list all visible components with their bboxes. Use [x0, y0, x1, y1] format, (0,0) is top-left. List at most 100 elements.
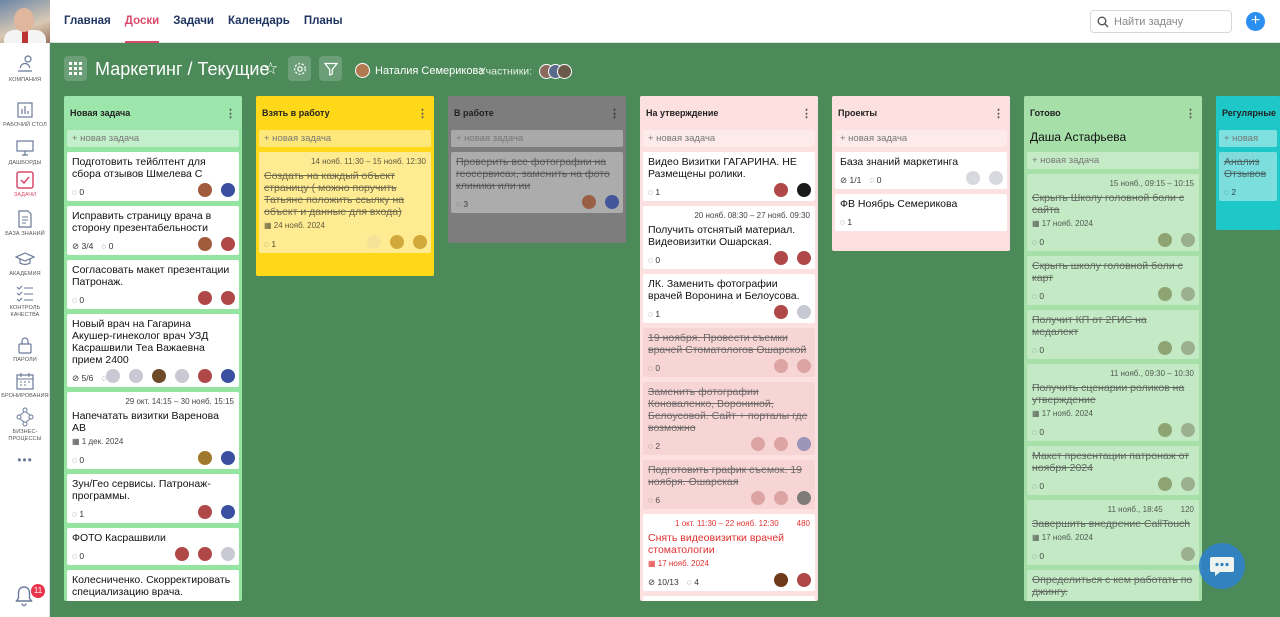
assignee-avatar[interactable]: [221, 237, 235, 251]
assignee-avatar[interactable]: [175, 369, 189, 383]
assignee-avatar[interactable]: [221, 291, 235, 305]
sidebar-item-8[interactable]: БРОНИРОВАНИЯ: [0, 371, 50, 400]
sidebar-item-3[interactable]: ЗАДАЧИ: [0, 170, 50, 199]
assignee-avatar[interactable]: [198, 369, 212, 383]
sidebar-item-10[interactable]: •••: [0, 454, 50, 466]
nav-item-2[interactable]: Задачи: [173, 0, 214, 43]
task-card[interactable]: Видео Визитки ГАГАРИНА. НЕ Размещены рол…: [643, 152, 815, 201]
task-card[interactable]: Подготовить тейблтент для сбора отзывов …: [67, 152, 239, 201]
task-card[interactable]: Определиться с кем работать по джингу.◌ …: [1027, 570, 1199, 601]
search-box[interactable]: [1090, 10, 1232, 33]
assignee-avatar[interactable]: [774, 305, 788, 319]
assignee-avatar[interactable]: [774, 251, 788, 265]
column-menu-icon[interactable]: ⋮: [1276, 107, 1280, 120]
assignee-avatar[interactable]: [582, 195, 596, 209]
sidebar-item-2[interactable]: ДАШБОРДЫ: [0, 138, 50, 167]
task-card[interactable]: ФВ Ноябрь Семерикова ◌ 1: [835, 194, 1007, 231]
assignee-avatar[interactable]: [175, 547, 189, 561]
new-task-input[interactable]: + новая задача: [643, 130, 815, 147]
task-card[interactable]: База знаний маркетинга ⊘ 1/1 ◌ 0: [835, 152, 1007, 189]
nav-item-1[interactable]: Доски: [124, 0, 160, 43]
assignee-avatar[interactable]: [221, 369, 235, 383]
assignee-avatar[interactable]: [774, 573, 788, 587]
assignee-avatar[interactable]: [221, 451, 235, 465]
assignee-avatar[interactable]: [367, 235, 381, 249]
new-task-input[interactable]: + новая задача: [259, 130, 431, 147]
task-card[interactable]: Зун/Гео сервисы. Патронаж-программы. ◌ 1: [67, 474, 239, 523]
assignee-avatar[interactable]: [221, 183, 235, 197]
column-menu-icon[interactable]: ⋮: [801, 107, 812, 120]
assignee-avatar[interactable]: [1158, 287, 1172, 301]
assignee-avatar[interactable]: [797, 491, 811, 505]
assignee-avatar[interactable]: [774, 183, 788, 197]
task-card[interactable]: Анализ Отзывов ◌ 2: [1219, 152, 1277, 201]
assignee-avatar[interactable]: [413, 235, 427, 249]
assignee-avatar[interactable]: [605, 195, 619, 209]
assignee-avatar[interactable]: [774, 491, 788, 505]
task-card[interactable]: 11 нояб., 09:30 – 10:30 Получить сценарии…: [1027, 364, 1199, 441]
task-card[interactable]: Подготовить график съемок. 19 ноября. Ош…: [643, 460, 815, 509]
task-card[interactable]: Макет презентации патронаж от ноября 202…: [1027, 446, 1199, 495]
sidebar-item-9[interactable]: БИЗНЕС-ПРОЦЕССЫ: [0, 407, 50, 443]
assignee-avatar[interactable]: [1181, 233, 1195, 247]
assignee-avatar[interactable]: [198, 547, 212, 561]
task-card[interactable]: 14 нояб. 11:30 – 15 нояб. 12:30 Создать н…: [259, 152, 431, 253]
assignee-avatar[interactable]: [1181, 341, 1195, 355]
task-card[interactable]: Получить подписанный договор от Партнера: [643, 596, 815, 601]
board-owner[interactable]: Наталия Семерикова: [355, 63, 484, 78]
task-card[interactable]: Новый врач на Гагарина Акушер-гинеколог …: [67, 314, 239, 387]
nav-item-3[interactable]: Календарь: [228, 0, 290, 43]
new-task-input[interactable]: + новая задача: [67, 130, 239, 147]
assignee-avatar[interactable]: [1181, 547, 1195, 561]
task-card[interactable]: Исправить страницу врача в сторону презе…: [67, 206, 239, 255]
assignee-avatar[interactable]: [1181, 423, 1195, 437]
assignee-avatar[interactable]: [1158, 233, 1172, 247]
sidebar-item-4[interactable]: БАЗА ЗНАНИЙ: [0, 209, 50, 238]
filter-button[interactable]: [319, 56, 342, 81]
assignee-avatar[interactable]: [198, 237, 212, 251]
column-menu-icon[interactable]: ⋮: [1185, 107, 1196, 120]
sidebar-item-0[interactable]: КОМПАНИЯ: [0, 55, 50, 84]
task-card[interactable]: 29 окт. 14:15 – 30 нояб. 15:15 Напечатать…: [67, 392, 239, 469]
task-card[interactable]: Заменить фотографии Коноваленко, Воронин…: [643, 382, 815, 455]
column-menu-icon[interactable]: ⋮: [225, 107, 236, 120]
assignee-avatar[interactable]: [751, 491, 765, 505]
nav-item-4[interactable]: Планы: [304, 0, 343, 43]
new-task-input[interactable]: + новая задача: [1027, 152, 1199, 169]
task-card[interactable]: Согласовать макет презентации Патронаж. ◌…: [67, 260, 239, 309]
assignee-avatar[interactable]: [221, 505, 235, 519]
board-menu-button[interactable]: [64, 56, 87, 81]
assignee-avatar[interactable]: [129, 369, 143, 383]
assignee-avatar[interactable]: [198, 505, 212, 519]
assignee-avatar[interactable]: [797, 573, 811, 587]
search-input[interactable]: [1114, 15, 1224, 28]
sidebar-item-5[interactable]: АКАДЕМИЯ: [0, 249, 50, 278]
assignee-avatar[interactable]: [198, 451, 212, 465]
task-card[interactable]: ФОТО Касрашвили ◌ 0: [67, 528, 239, 565]
sidebar-item-7[interactable]: ПАРОЛИ: [0, 335, 50, 364]
assignee-avatar[interactable]: [797, 251, 811, 265]
assignee-avatar[interactable]: [1158, 477, 1172, 491]
assignee-avatar[interactable]: [106, 369, 120, 383]
column-menu-icon[interactable]: ⋮: [993, 107, 1004, 120]
assignee-avatar[interactable]: [152, 369, 166, 383]
new-task-input[interactable]: + новая задача: [1219, 130, 1277, 161]
assignee-avatar[interactable]: [1158, 341, 1172, 355]
assignee-avatar[interactable]: [966, 171, 980, 185]
assignee-avatar[interactable]: [774, 359, 788, 373]
task-card[interactable]: Проверить все фотографии на геосервисах,…: [451, 152, 623, 213]
sidebar-item-1[interactable]: РАБОЧИЙ СТОЛ: [0, 100, 50, 129]
new-task-input[interactable]: + новая задача: [451, 130, 623, 147]
assignee-avatar[interactable]: [1181, 287, 1195, 301]
task-card[interactable]: Получит КП от 2ГИС на медалект ◌ 0: [1027, 310, 1199, 359]
assignee-avatar[interactable]: [797, 305, 811, 319]
task-card[interactable]: 1 окт. 11:30 – 22 нояб. 12:30 480 Снять ви…: [643, 514, 815, 591]
task-card[interactable]: Скрыть школу головной боли с карт ◌ 0: [1027, 256, 1199, 305]
task-card[interactable]: 11 нояб., 18:45 120 Завершить внедрение Ca…: [1027, 500, 1199, 565]
member-avatar[interactable]: [557, 64, 573, 79]
assignee-avatar[interactable]: [390, 235, 404, 249]
assignee-avatar[interactable]: [198, 291, 212, 305]
assignee-avatar[interactable]: [797, 183, 811, 197]
column-menu-icon[interactable]: ⋮: [609, 107, 620, 120]
task-card[interactable]: Колесниченко. Скорректировать специализа…: [67, 570, 239, 601]
